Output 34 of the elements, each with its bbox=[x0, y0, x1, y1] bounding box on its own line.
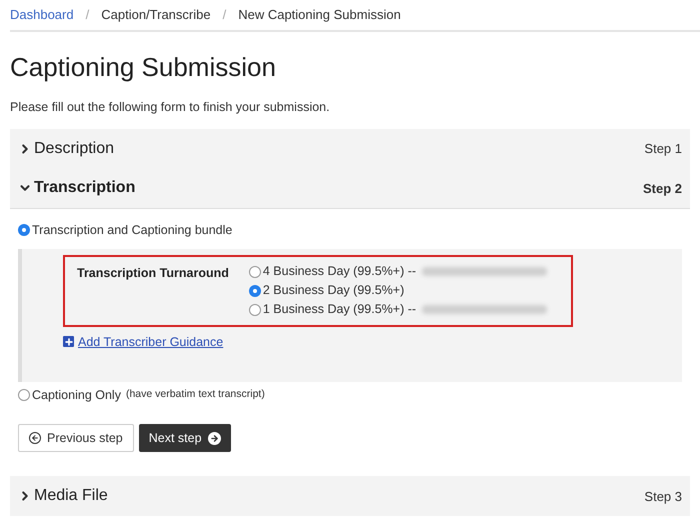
breadcrumb-separator: / bbox=[222, 6, 226, 24]
option-label: 4 Business Day (99.5%+) -- bbox=[262, 263, 416, 280]
breadcrumb-item: Caption/Transcribe bbox=[101, 6, 211, 24]
step-title: Transcription bbox=[34, 178, 136, 198]
page-title: Captioning Submission bbox=[10, 51, 277, 84]
next-step-button[interactable]: Next step bbox=[138, 424, 231, 452]
step-number: Step 2 bbox=[642, 180, 682, 198]
step-title: Media File bbox=[34, 486, 108, 506]
radio-button[interactable] bbox=[248, 266, 261, 278]
breadcrumb-item: New Captioning Submission bbox=[238, 6, 401, 24]
option-note: (have verbatim text transcript) bbox=[126, 387, 265, 402]
option-label: 2 Business Day (99.5%+) bbox=[262, 282, 404, 300]
intro-text: Please fill out the following form to finish your submission. bbox=[10, 99, 331, 116]
option-label: Transcription and Captioning bundle bbox=[32, 222, 232, 239]
add-guidance-link[interactable]: Add Transcriber Guidance bbox=[63, 332, 224, 352]
plus-icon bbox=[63, 336, 74, 348]
step-header[interactable]: Description Step 1 bbox=[10, 128, 690, 169]
arrow-right-icon bbox=[208, 432, 221, 445]
step-number: Step 1 bbox=[644, 140, 682, 158]
radio-button[interactable] bbox=[248, 304, 261, 316]
arrow-left-icon bbox=[29, 432, 41, 444]
breadcrumb-separator: / bbox=[86, 6, 90, 24]
step-header[interactable]: Media File Step 3 bbox=[10, 476, 690, 516]
option-label: 1 Business Day (99.5%+) -- bbox=[262, 301, 416, 318]
turnaround-label: Transcription Turnaround bbox=[77, 264, 229, 282]
radio-button[interactable] bbox=[18, 224, 30, 236]
option-label: Captioning Only bbox=[32, 386, 121, 404]
radio-button[interactable] bbox=[18, 388, 30, 401]
previous-step-button[interactable]: Previous step bbox=[18, 424, 134, 452]
step-header[interactable]: Transcription Step 2 bbox=[10, 168, 690, 209]
breadcrumb-link[interactable]: Dashboard bbox=[10, 5, 74, 25]
step-title: Description bbox=[34, 138, 114, 159]
step-number: Step 3 bbox=[644, 488, 682, 506]
radio-button[interactable] bbox=[248, 284, 261, 296]
